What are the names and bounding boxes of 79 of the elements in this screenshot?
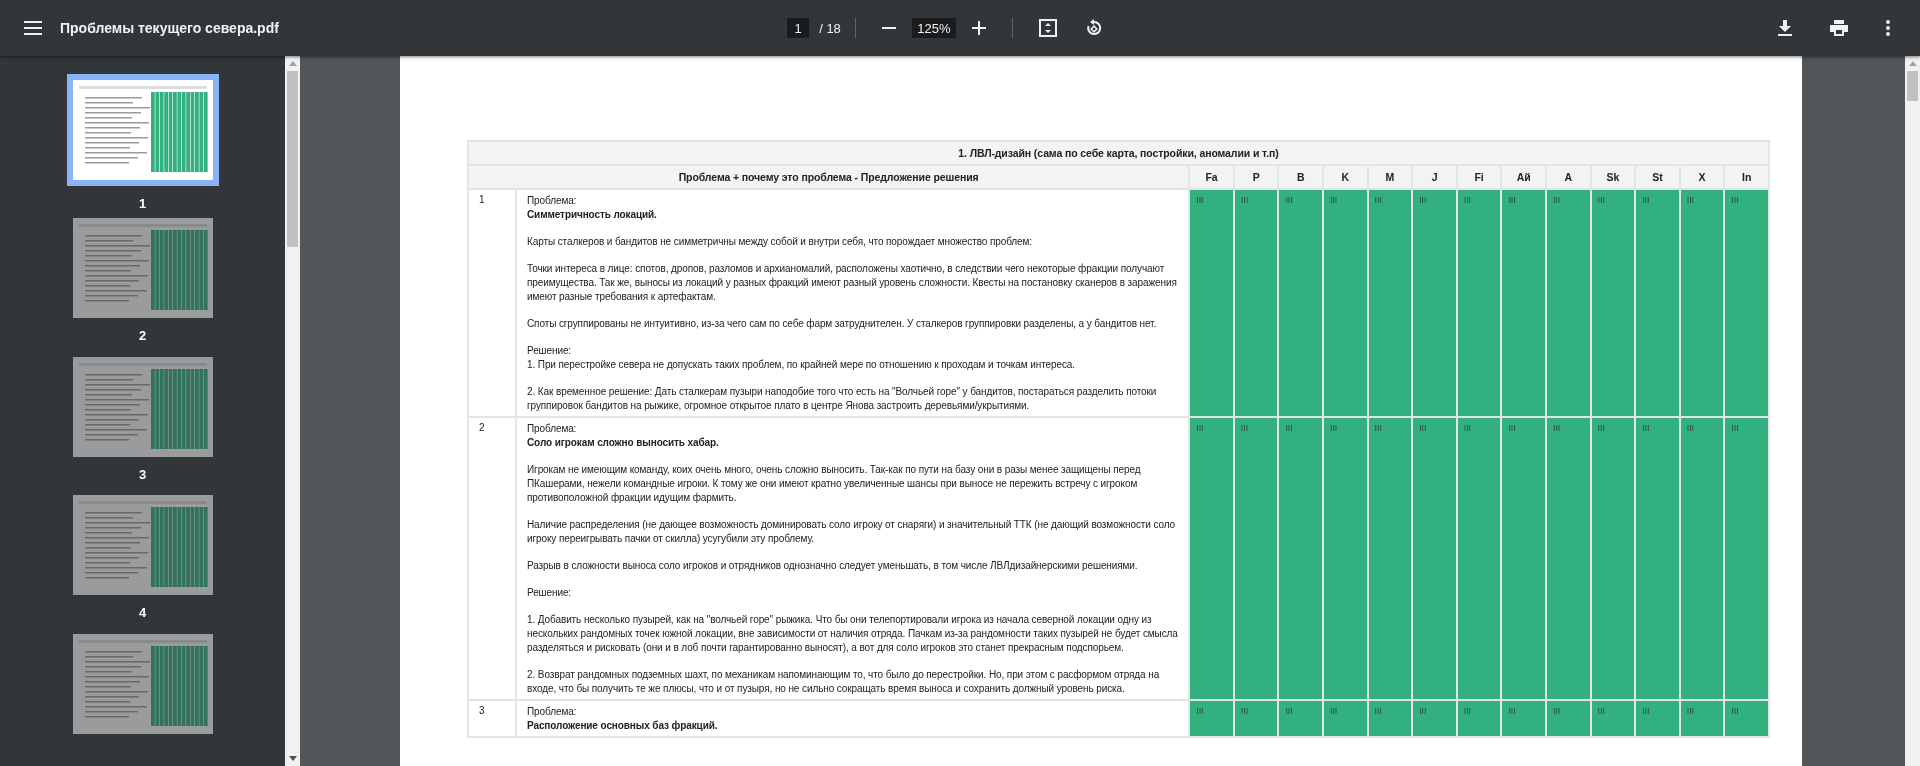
score-cell: III	[1456, 189, 1502, 417]
row-number: 3	[468, 700, 516, 737]
score-cell: III	[1679, 417, 1725, 700]
score-cell: III	[1590, 189, 1636, 417]
page-thumbnail[interactable]	[72, 218, 213, 319]
paragraph: 1. При перестройке севера не допускать таких проблем, по крайней мере по отношению к проходам и точкам интереса.	[527, 358, 1076, 372]
problem-label: Проблема:	[527, 422, 578, 436]
score-cell: III	[1412, 417, 1457, 700]
score-cell: III	[1456, 417, 1502, 700]
page-number: 4	[138, 605, 147, 621]
score-cell: III	[1546, 417, 1591, 700]
score-cell: III	[1189, 189, 1234, 417]
page-count: / 18	[819, 20, 841, 36]
paragraph: Карты сталкеров и бандитов не симметричны между собой и внутри себя, что порождает множество проблем:	[527, 235, 1033, 249]
score-cell: III	[1367, 189, 1413, 417]
score-cell: III	[1189, 417, 1234, 700]
problem-label: Проблема:	[527, 194, 578, 208]
score-cell: III	[1233, 417, 1279, 700]
score-cell: III	[1724, 417, 1769, 700]
paragraph: Точки интереса в лице: спотов, дропов, разломов и архианомалий, расположены хаотично, в следствии чего некоторые фракции получают преимущества. Так же, выносы из локаций у разных фракций имеют разный уровень сложности. Квесты на постановку сканеров в заражения имеют разные требования к артефактам.	[527, 262, 1178, 304]
zoom-field[interactable]: 125%	[911, 18, 956, 38]
column-header: Проблема + почему это проблема - Предложение решения	[468, 165, 1190, 189]
score-cell: III	[1679, 700, 1725, 737]
score-cell: III	[1456, 700, 1502, 737]
row-number: 1	[468, 189, 516, 417]
score-cell: III	[1635, 189, 1680, 417]
score-cell: III	[1724, 189, 1769, 417]
score-cell: III	[1501, 189, 1546, 417]
score-cell: III	[1278, 417, 1323, 700]
score-cell: III	[1546, 700, 1591, 737]
page-number-field[interactable]: 1	[787, 18, 810, 38]
paragraph: Наличие распределения (не дающее возможность доминировать соло игроку от снаряги) и значительный ТТК (не дающий возможности соло игроку переигрывать пачки от скилла) усугубили эту проблему.	[527, 518, 1177, 546]
score-cell: III	[1546, 189, 1591, 417]
page-number: 2	[138, 328, 147, 344]
paragraph: Споты сгруппированы не интуитивно, из-за чего сам по себе фарм затруднителен. У сталкеров группировки разделены, а у бандитов нет.	[527, 317, 1158, 331]
paragraph: Разрыв в сложности выноса соло игроков и отрядников однозначно следует уменьшать, в том числе ЛВЛдизайнерскими решениями.	[527, 559, 1139, 573]
paragraph: 2. Как временное решение: Дать сталкерам пузыри наподобие того что есть на "Волчьей горе" у бандитов, постараться разделить потоки группировок бандитов на рыжике, огромное открытое плато в центре Янова застроить деревьями/укрытиями.	[527, 385, 1158, 413]
document-title: Проблемы текущего севера.pdf	[60, 20, 279, 36]
page-thumbnail[interactable]	[72, 356, 213, 457]
page-number: 1	[138, 196, 147, 211]
paragraph: Решение:	[527, 344, 573, 358]
table-title: 1. ЛВЛ-дизайн (сама по себе карта, постройки, аномалии и т.п)	[468, 141, 1769, 165]
score-cell: III	[1412, 700, 1457, 737]
score-cell: III	[1635, 417, 1680, 700]
score-cell: III	[1323, 700, 1368, 737]
score-cell: III	[1501, 700, 1546, 737]
score-cell: III	[1590, 700, 1636, 737]
scrollbar-thumb[interactable]	[287, 71, 298, 247]
score-cell: III	[1323, 189, 1368, 417]
score-cell: III	[1412, 189, 1457, 417]
problem-title: Расположение основных баз фракций.	[527, 719, 719, 733]
scrollbar[interactable]	[1905, 56, 1920, 766]
score-cell: III	[1501, 417, 1546, 700]
score-cell: III	[1189, 700, 1234, 737]
score-cell: III	[1278, 189, 1323, 417]
page-thumbnail[interactable]	[66, 74, 219, 186]
score-cell: III	[1367, 700, 1413, 737]
problem-title: Симметричность локаций.	[527, 208, 658, 222]
problem-label: Проблема:	[527, 705, 578, 719]
paragraph: 2. Возврат рандомных подземных шахт, по механикам напоминающим то, что было до перестройки. Но, при этом с расформом отряда на входе, что бы получить те же плюсы, что и от пузыря, но не сильно сокращать время выноса и сохранить должный уровень риска.	[527, 668, 1161, 696]
paragraph: 1. Добавить несколько пузырей, как на "волчьей горе" рыжика. Что бы они телепортировали игрока из начала северной локации одну из нескольких рандомных точек южной локации, вне зависимости от наличия отряда. Пачкам из-за рандомности таких пузырей не будет смысла разделяться и рисковать (они и в лоб почти гарантированно выносят), а вот для соло игроков это станет прекрасным подспорьем.	[527, 613, 1179, 655]
score-cell: III	[1233, 189, 1279, 417]
score-cell: III	[1278, 700, 1323, 737]
score-cell: III	[1635, 700, 1680, 737]
score-cell: III	[1590, 417, 1636, 700]
page-number: 3	[138, 466, 147, 482]
paragraph: Игрокам не имеющим команду, коих очень много, очень сложно выносить. Так-как по пути на базу они в разы менее защищены перед ПКашерами, нежели командные игроки. К тому же они имеют кратно увеличенные шансы при выносе не пережить встречу с игроком противоположной фракции идущим фармить.	[527, 463, 1142, 505]
score-cell: III	[1367, 417, 1413, 700]
score-cell: III	[1679, 189, 1725, 417]
problem-title: Соло игрокам сложно выносить хабар.	[527, 436, 720, 450]
scrollbar[interactable]	[285, 56, 300, 766]
page-thumbnail[interactable]	[72, 633, 213, 734]
row-number: 2	[468, 417, 516, 700]
score-cell: III	[1724, 700, 1769, 737]
page-thumbnail[interactable]	[72, 495, 213, 596]
paragraph: Решение:	[527, 586, 573, 600]
score-cell: III	[1233, 700, 1279, 737]
scrollbar-thumb[interactable]	[1907, 71, 1918, 101]
score-cell: III	[1323, 417, 1368, 700]
